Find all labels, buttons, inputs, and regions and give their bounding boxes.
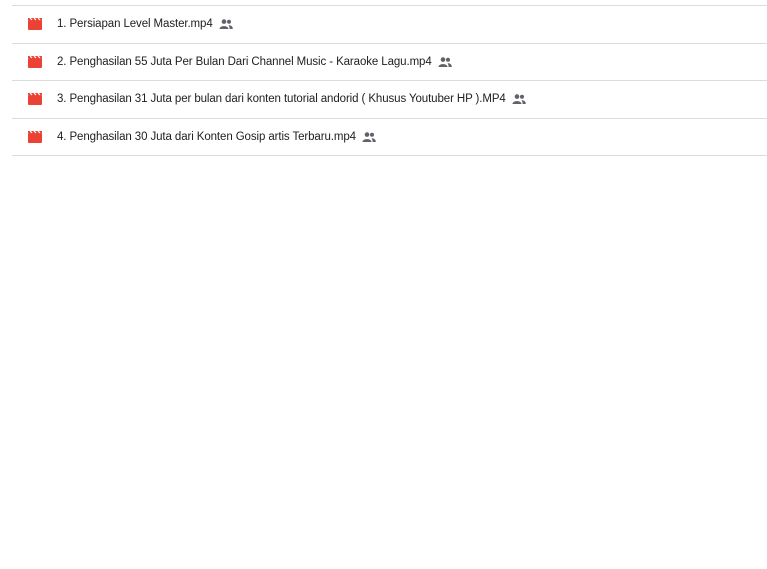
file-list: 1. Persiapan Level Master.mp4 2. Penghas… <box>12 5 767 156</box>
file-row[interactable]: 3. Penghasilan 31 Juta per bulan dari ko… <box>12 81 767 119</box>
file-row[interactable]: 4. Penghasilan 30 Juta dari Konten Gosip… <box>12 119 767 156</box>
file-name: 3. Penghasilan 31 Juta per bulan dari ko… <box>57 93 506 106</box>
video-file-icon <box>28 18 42 31</box>
shared-people-icon <box>438 57 452 67</box>
video-file-icon <box>28 130 42 143</box>
video-file-icon <box>28 55 42 68</box>
shared-people-icon <box>219 19 233 30</box>
file-name: 2. Penghasilan 55 Juta Per Bulan Dari Ch… <box>57 55 432 68</box>
shared-people-icon <box>362 132 376 142</box>
file-row[interactable]: 2. Penghasilan 55 Juta Per Bulan Dari Ch… <box>12 44 767 81</box>
file-name: 4. Penghasilan 30 Juta dari Konten Gosip… <box>57 130 356 143</box>
file-row[interactable]: 1. Persiapan Level Master.mp4 <box>12 6 767 44</box>
shared-people-icon <box>512 94 526 105</box>
file-name: 1. Persiapan Level Master.mp4 <box>57 18 213 31</box>
video-file-icon <box>28 93 42 106</box>
